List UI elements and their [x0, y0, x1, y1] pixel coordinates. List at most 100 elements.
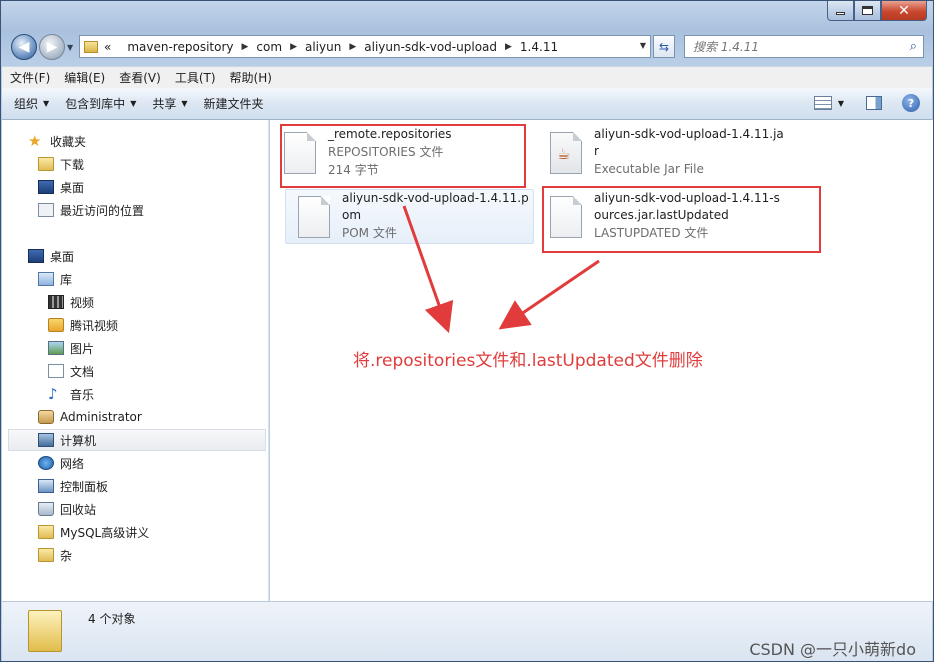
help-icon[interactable]: ?: [902, 94, 920, 112]
share-label: 共享: [152, 97, 177, 111]
breadcrumb-overflow[interactable]: «: [104, 40, 111, 54]
nav-label: 音乐: [70, 387, 95, 402]
nav-network[interactable]: 网络: [38, 452, 84, 474]
nav-label: 回收站: [60, 502, 97, 517]
nav-pictures[interactable]: 图片: [48, 337, 94, 359]
nav-label: 文档: [70, 364, 95, 379]
item-count: 4 个对象: [88, 612, 136, 626]
breadcrumb-arrow-icon[interactable]: ▶: [242, 42, 249, 52]
nav-label: 计算机: [60, 433, 97, 448]
folder-icon: [84, 40, 98, 53]
breadcrumb-arrow-icon[interactable]: ▶: [290, 42, 297, 52]
nav-favorites[interactable]: ★ 收藏夹: [28, 130, 86, 152]
command-bar: 组织 ▼ 包含到库中 ▼ 共享 ▼ 新建文件夹 ▼ ?: [2, 88, 932, 120]
control-panel-icon: [38, 479, 54, 493]
desktop-icon: [38, 180, 54, 194]
address-bar[interactable]: « maven-repository ▶ com ▶ aliyun ▶ aliy…: [79, 35, 651, 58]
recent-pages-dropdown[interactable]: ▼: [67, 43, 73, 52]
back-arrow-icon: ◀: [18, 39, 30, 55]
nav-misc-folder[interactable]: 杂: [38, 544, 72, 566]
nav-music[interactable]: ♪ 音乐: [48, 383, 94, 405]
organize-button[interactable]: 组织 ▼: [14, 95, 49, 112]
address-dropdown-icon[interactable]: ▼: [640, 41, 646, 50]
close-button[interactable]: ✕: [881, 1, 927, 21]
breadcrumb-arrow-icon[interactable]: ▶: [349, 42, 356, 52]
java-jar-icon: [550, 132, 582, 174]
nav-mysql-folder[interactable]: MySQL高级讲义: [38, 521, 149, 543]
include-library-button[interactable]: 包含到库中 ▼: [65, 95, 136, 112]
menu-edit[interactable]: 编辑(E): [64, 69, 105, 86]
share-button[interactable]: 共享 ▼: [152, 95, 187, 112]
nav-recent-places[interactable]: 最近访问的位置: [38, 199, 144, 221]
highlight-box-remote-repositories: [280, 124, 526, 188]
watermark: CSDN @一只小萌新do: [749, 640, 916, 659]
breadcrumb-maven-repository[interactable]: maven-repository: [127, 40, 233, 54]
breadcrumb-aliyun[interactable]: aliyun: [305, 40, 341, 54]
folder-icon: [38, 525, 54, 539]
menu-view[interactable]: 查看(V): [119, 69, 161, 86]
nav-documents[interactable]: 文档: [48, 360, 94, 382]
nav-desktop[interactable]: 桌面: [28, 245, 74, 267]
search-box[interactable]: ⌕: [684, 35, 924, 58]
nav-label: 视频: [70, 295, 95, 310]
explorer-window: ✕ ◀ ▶ ▼ « maven-repository ▶ com ▶ aliyu…: [0, 0, 934, 662]
desktop-icon: [28, 249, 44, 263]
nav-label: 桌面: [60, 180, 85, 195]
change-view-icon[interactable]: [813, 96, 832, 110]
menu-tools[interactable]: 工具(T): [175, 69, 216, 86]
star-icon: ★: [28, 132, 42, 150]
file-name: aliyun-sdk-vod-upload-1.4.11.pom: [342, 191, 529, 222]
tencent-video-icon: [48, 318, 64, 332]
nav-downloads[interactable]: 下载: [38, 153, 84, 175]
maximize-button[interactable]: [854, 1, 881, 21]
menu-file[interactable]: 文件(F): [10, 69, 50, 86]
nav-control-panel[interactable]: 控制面板: [38, 475, 108, 497]
nav-administrator[interactable]: Administrator: [38, 406, 142, 428]
nav-label: 腾讯视频: [70, 318, 119, 333]
nav-libraries[interactable]: 库: [38, 268, 72, 290]
breadcrumb: « maven-repository ▶ com ▶ aliyun ▶ aliy…: [104, 40, 558, 54]
nav-label: 桌面: [50, 249, 75, 264]
include-library-label: 包含到库中: [65, 97, 126, 111]
forward-arrow-icon: ▶: [46, 39, 58, 55]
navigation-pane: ★ 收藏夹 下载 桌面 最近访问的位置 桌面 库 视频 腾讯视频 图片 文档 ♪ 音…: [2, 120, 269, 601]
new-folder-button[interactable]: 新建文件夹: [204, 95, 264, 112]
nav-videos[interactable]: 视频: [48, 291, 94, 313]
search-icon[interactable]: ⌕: [910, 39, 917, 54]
file-item-jar[interactable]: aliyun-sdk-vod-upload-1.4.11.jar Executa…: [550, 126, 800, 184]
nav-label: 杂: [60, 548, 73, 563]
view-options-dropdown-icon[interactable]: ▼: [838, 99, 844, 108]
pictures-icon: [48, 341, 64, 355]
recent-places-icon: [38, 203, 54, 217]
breadcrumb-version[interactable]: 1.4.11: [520, 40, 558, 54]
view-controls: ▼ ?: [813, 94, 920, 112]
menu-help[interactable]: 帮助(H): [230, 69, 272, 86]
nav-recycle-bin[interactable]: 回收站: [38, 498, 96, 520]
minimize-button[interactable]: [827, 1, 854, 21]
nav-label: 收藏夹: [50, 134, 87, 149]
nav-label: 库: [60, 272, 73, 287]
chevron-down-icon: ▼: [130, 99, 137, 108]
nav-desktop-favorite[interactable]: 桌面: [38, 176, 84, 198]
preview-pane-icon[interactable]: [866, 96, 882, 110]
breadcrumb-com[interactable]: com: [256, 40, 282, 54]
breadcrumb-arrow-icon[interactable]: ▶: [505, 42, 512, 52]
computer-icon: [38, 433, 54, 447]
nav-computer[interactable]: 计算机: [8, 429, 266, 451]
refresh-button[interactable]: ⇆: [653, 35, 675, 58]
forward-button[interactable]: ▶: [39, 34, 65, 60]
maximize-icon: [862, 6, 873, 15]
search-input[interactable]: [693, 39, 893, 54]
nav-label: 控制面板: [60, 479, 109, 494]
user-folder-icon: [38, 410, 54, 424]
breadcrumb-aliyun-sdk-vod-upload[interactable]: aliyun-sdk-vod-upload: [364, 40, 497, 54]
nav-label: Administrator: [60, 410, 142, 424]
file-item-pom[interactable]: aliyun-sdk-vod-upload-1.4.11.pom POM 文件: [285, 189, 534, 244]
nav-tencent-video[interactable]: 腾讯视频: [48, 314, 118, 336]
chevron-down-icon: ▼: [43, 99, 50, 108]
documents-icon: [48, 364, 64, 378]
back-button[interactable]: ◀: [11, 34, 37, 60]
file-type: POM 文件: [342, 226, 397, 240]
chevron-down-icon: ▼: [181, 99, 188, 108]
file-type: Executable Jar File: [594, 162, 704, 176]
